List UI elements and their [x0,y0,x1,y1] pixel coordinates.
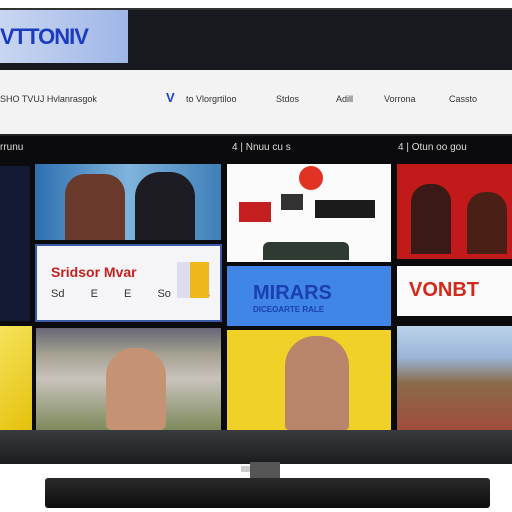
brand-subtitle: DICEOARTE RALE [253,305,325,314]
chevron-down-icon[interactable]: V [166,90,175,105]
nav-bar: SHO TVUJ Hvlanrasgok V to Vlorgrtiloo St… [0,70,512,136]
tile-ad[interactable]: Sridsor Mvar Sd E E So Ss [35,244,222,322]
tile-sports-video[interactable] [397,164,512,259]
tile-vonbt[interactable]: VONBT [397,266,512,316]
nav-item-adill[interactable]: Adill [336,94,353,104]
tile-brand[interactable]: MIRARS DICEOARTE RALE [227,266,391,326]
logo-text: VTTONIV [0,24,89,49]
vonbt-logo: VONBT [409,279,479,301]
tile-landscape-video[interactable] [397,326,512,430]
nav-item-cassto[interactable]: Cassto [449,94,477,104]
tile-person-video[interactable] [36,328,221,430]
nav-item-studios[interactable]: Stdos [276,94,299,104]
nav-item-vorrona[interactable]: Vorrona [384,94,416,104]
tile-man-video[interactable] [227,330,391,430]
tile-left-2[interactable] [0,326,32,430]
tv-bezel [0,430,512,472]
ad-title: Sridsor Mvar [51,264,137,280]
tile-news-video[interactable] [35,164,221,240]
tv-stand [45,478,490,508]
ad-image [177,262,209,298]
nav-item-programs[interactable]: to Vlorgrtiloo [186,94,237,104]
section-header: rrunu [0,142,24,153]
tile-product[interactable] [227,164,391,262]
section-header: 4 | Otun oo gou [398,142,467,153]
tile-left-1[interactable] [0,166,30,321]
brand-title: MIRARS [253,282,332,304]
section-header: 4 | Nnuu cu s [232,142,291,153]
nav-item-home[interactable]: SHO TVUJ Hvlanrasgok [0,94,97,104]
channel-logo[interactable]: VTTONIV [0,10,128,63]
